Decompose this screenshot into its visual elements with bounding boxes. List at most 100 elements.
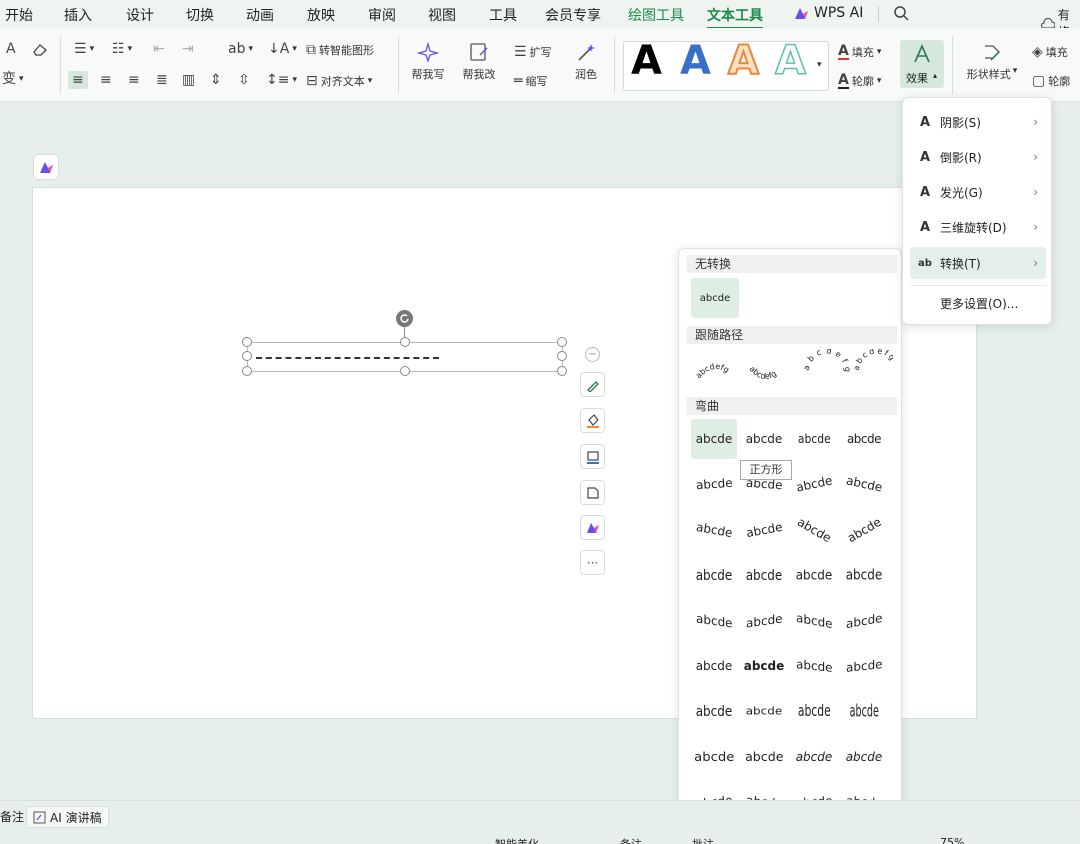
text-style-black[interactable]: A	[631, 41, 662, 81]
tab-member[interactable]: 会员专享	[545, 5, 601, 25]
warp-option[interactable]: abcde	[691, 419, 737, 459]
comments-button[interactable]: 批注	[692, 836, 714, 844]
effect-menu-transform[interactable]: ab 转换(T) ›	[910, 247, 1046, 279]
remarks-button[interactable]: 备注	[620, 836, 642, 844]
paragraph-spacing-button[interactable]: ⇕	[210, 73, 222, 87]
warp-option[interactable]: abcde	[691, 464, 737, 504]
column-button[interactable]: ⇳	[238, 73, 250, 87]
beautify-button[interactable]: 智能美化	[495, 836, 539, 844]
line-spacing-button[interactable]: ↕≡ ▾	[266, 73, 297, 87]
warp-option[interactable]: abcde	[741, 601, 787, 641]
rotate-handle[interactable]	[396, 310, 413, 327]
warp-option[interactable]: abcde	[791, 464, 837, 504]
tab-design[interactable]: 设计	[126, 5, 154, 25]
wps-ai-badge[interactable]	[34, 155, 58, 179]
tab-wps-ai[interactable]: WPS AI	[794, 5, 863, 21]
text-effect-button[interactable]: 效果 ▴	[900, 40, 944, 88]
tab-start[interactable]: 开始	[5, 5, 33, 25]
tab-animation[interactable]: 动画	[246, 5, 274, 25]
warp-option[interactable]: abcde	[791, 646, 837, 686]
sort-button[interactable]: ↓A ▾	[268, 42, 297, 56]
align-left-button[interactable]: ≡	[68, 71, 88, 89]
bullet-list-button[interactable]: ☰ ▾	[74, 42, 94, 56]
effect-menu-3d-rotation[interactable]: A 三维旋转(D) ›	[910, 211, 1046, 243]
text-style-teal-outline[interactable]: A	[774, 40, 806, 82]
resize-handle-l[interactable]	[242, 351, 252, 361]
path-arch-up-option[interactable]: abcdefg	[694, 362, 731, 380]
warp-option[interactable]: abcde	[791, 601, 837, 641]
align-right-button[interactable]: ≡	[128, 73, 140, 87]
warp-option[interactable]: abcde	[691, 555, 737, 595]
effect-menu-reflection[interactable]: A 倒影(R) ›	[910, 141, 1046, 173]
float-arrange-button[interactable]	[580, 480, 605, 505]
warp-option[interactable]: abcde	[841, 691, 887, 731]
resize-handle-bl[interactable]	[242, 366, 252, 376]
warp-option[interactable]: abcde	[741, 555, 787, 595]
warp-option[interactable]: abcde	[841, 555, 887, 595]
resize-handle-tl[interactable]	[242, 337, 252, 347]
warp-option[interactable]: abcde	[841, 601, 887, 641]
path-button-option[interactable]: abcdefghij	[852, 349, 893, 379]
shape-style-button[interactable]: 形状样式 ▾	[962, 42, 1022, 82]
text-style-more-button[interactable]: ▾	[817, 60, 822, 70]
float-fill-button[interactable]	[580, 408, 605, 433]
warp-option[interactable]: abcde	[741, 510, 787, 550]
warp-option[interactable]: abcde	[691, 601, 737, 641]
warp-option[interactable]: abcde	[841, 464, 887, 504]
help-write-button[interactable]: 帮我写	[410, 42, 446, 82]
tab-transition[interactable]: 切换	[186, 5, 214, 25]
collapse-float-toolbar-button[interactable]: −	[585, 347, 600, 362]
effect-menu-glow[interactable]: A 发光(G) ›	[910, 176, 1046, 208]
numbered-list-button[interactable]: ☷ ▾	[112, 42, 132, 56]
text-outline-button[interactable]: A 轮廓 ▾	[838, 73, 881, 89]
tab-text-tools[interactable]: 文本工具	[707, 5, 763, 29]
case-change-button[interactable]: 变 ▾	[2, 72, 24, 86]
warp-option[interactable]: abcde	[691, 737, 737, 777]
tab-drawing-tools[interactable]: 绘图工具	[628, 5, 684, 25]
justify-button[interactable]: ≣	[156, 73, 168, 87]
tab-slideshow[interactable]: 放映	[307, 5, 335, 25]
text-fill-button[interactable]: A 填充 ▾	[838, 44, 881, 60]
float-more-button[interactable]: ···	[580, 550, 605, 575]
effect-menu-shadow[interactable]: A 阴影(S) ›	[910, 106, 1046, 138]
float-outline-button[interactable]	[580, 444, 605, 469]
warp-option[interactable]: abcde	[841, 646, 887, 686]
warp-option[interactable]: abcde	[691, 691, 737, 731]
resize-handle-t[interactable]	[400, 337, 410, 347]
path-circle-option[interactable]: abcdefg	[802, 349, 852, 376]
text-direction-button[interactable]: ab ▾	[228, 42, 253, 56]
align-center-button[interactable]: ≡	[100, 73, 112, 87]
text-style-blue[interactable]: A	[680, 41, 711, 81]
tab-insert[interactable]: 插入	[64, 5, 92, 25]
warp-option[interactable]: abcde	[741, 646, 787, 686]
font-size-increase-button[interactable]: A	[6, 42, 16, 56]
shrink-button[interactable]: ═ 缩写	[514, 73, 547, 89]
transform-none-option[interactable]: abcde	[691, 278, 739, 318]
smart-shape-button[interactable]: ⧉ 转智能图形	[306, 42, 374, 58]
zoom-level[interactable]: 75%	[940, 836, 964, 844]
warp-option[interactable]: abcde	[791, 419, 837, 459]
increase-indent-button[interactable]: ⇥	[182, 42, 194, 56]
text-style-orange-outline[interactable]: A	[727, 40, 760, 82]
warp-option[interactable]: abcde	[691, 510, 737, 550]
resize-handle-b[interactable]	[400, 366, 410, 376]
float-wps-ai-button[interactable]	[580, 515, 605, 540]
effect-menu-more-settings[interactable]: 更多设置(O)...	[910, 287, 1046, 319]
polish-button[interactable]: 润色	[568, 42, 604, 82]
decrease-indent-button[interactable]: ⇤	[153, 42, 165, 56]
float-format-painter-button[interactable]	[580, 372, 605, 397]
warp-option[interactable]: abcde	[841, 419, 887, 459]
resize-handle-br[interactable]	[557, 366, 567, 376]
warp-option[interactable]: abcde	[841, 737, 887, 777]
warp-option[interactable]: abcde	[691, 646, 737, 686]
warp-option[interactable]: abcde	[791, 737, 837, 777]
tab-view[interactable]: 视图	[428, 5, 456, 25]
ai-notes-button[interactable]: AI 演讲稿	[26, 806, 109, 828]
distribute-button[interactable]: ▥	[182, 73, 195, 87]
resize-handle-tr[interactable]	[557, 337, 567, 347]
expand-button[interactable]: ☰ 扩写	[514, 44, 552, 60]
tab-tools[interactable]: 工具	[489, 5, 517, 25]
warp-option[interactable]: abcde	[741, 691, 787, 731]
align-text-button[interactable]: ⊟ 对齐文本 ▾	[306, 73, 372, 89]
help-edit-button[interactable]: 帮我改	[456, 42, 502, 82]
